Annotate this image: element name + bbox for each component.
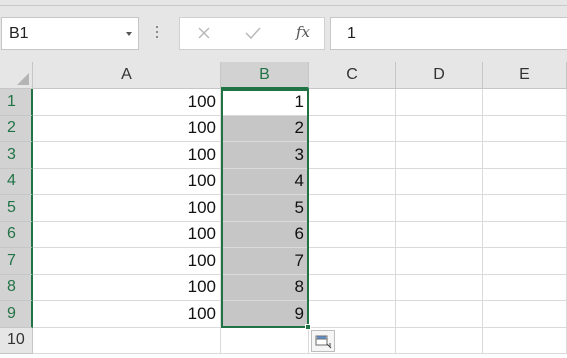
cell-a3[interactable]: 100 bbox=[33, 142, 221, 169]
column-header-b[interactable]: B bbox=[221, 62, 309, 89]
cell-a1[interactable]: 100 bbox=[33, 89, 221, 116]
row-header-1[interactable]: 1 bbox=[0, 89, 33, 116]
cell-a4[interactable]: 100 bbox=[33, 168, 221, 195]
cell-b9[interactable]: 9 bbox=[221, 301, 309, 328]
cell-a6[interactable]: 100 bbox=[33, 221, 221, 248]
cell-e5[interactable] bbox=[483, 195, 567, 222]
cell-a9[interactable]: 100 bbox=[33, 301, 221, 328]
cell-e1[interactable] bbox=[483, 89, 567, 116]
cell-d7[interactable] bbox=[396, 248, 483, 275]
cell-e9[interactable] bbox=[483, 301, 567, 328]
cell-a5[interactable]: 100 bbox=[33, 195, 221, 222]
column-header-a[interactable]: A bbox=[33, 62, 221, 89]
cell-b7[interactable]: 7 bbox=[221, 248, 309, 275]
cell-e3[interactable] bbox=[483, 142, 567, 169]
row-header-2[interactable]: 2 bbox=[0, 115, 33, 142]
cell-e4[interactable] bbox=[483, 168, 567, 195]
cell-d10[interactable] bbox=[396, 327, 483, 354]
cell-a2[interactable]: 100 bbox=[33, 115, 221, 142]
formula-input[interactable]: 1 bbox=[330, 17, 567, 50]
cell-a10[interactable] bbox=[33, 327, 221, 354]
row-header-5[interactable]: 5 bbox=[0, 195, 33, 222]
x-icon[interactable] bbox=[197, 26, 211, 40]
cell-d8[interactable] bbox=[396, 274, 483, 301]
cell-d3[interactable] bbox=[396, 142, 483, 169]
cell-a8[interactable]: 100 bbox=[33, 274, 221, 301]
cell-b2[interactable]: 2 bbox=[221, 115, 309, 142]
row-header-10[interactable]: 10 bbox=[0, 327, 33, 354]
insert-function-button[interactable]: fx bbox=[296, 23, 310, 41]
drag-handle-icon[interactable] bbox=[156, 26, 159, 42]
row-header-9[interactable]: 9 bbox=[0, 301, 33, 328]
cell-e8[interactable] bbox=[483, 274, 567, 301]
quick-analysis-button[interactable] bbox=[311, 330, 335, 352]
cell-d4[interactable] bbox=[396, 168, 483, 195]
row-header-7[interactable]: 7 bbox=[0, 248, 33, 275]
cell-c4[interactable] bbox=[309, 168, 396, 195]
cell-c3[interactable] bbox=[309, 142, 396, 169]
name-box[interactable]: B1 bbox=[1, 17, 139, 50]
cell-b3[interactable]: 3 bbox=[221, 142, 309, 169]
cell-b6[interactable]: 6 bbox=[221, 221, 309, 248]
cell-c5[interactable] bbox=[309, 195, 396, 222]
cell-c8[interactable] bbox=[309, 274, 396, 301]
formula-bar-area: B1 fx 1 bbox=[0, 0, 567, 62]
cell-e6[interactable] bbox=[483, 221, 567, 248]
cell-c9[interactable] bbox=[309, 301, 396, 328]
quick-analysis-icon bbox=[315, 335, 332, 349]
name-box-value: B1 bbox=[9, 25, 29, 42]
cell-e2[interactable] bbox=[483, 115, 567, 142]
row-header-3[interactable]: 3 bbox=[0, 142, 33, 169]
cell-d6[interactable] bbox=[396, 221, 483, 248]
formula-value: 1 bbox=[347, 25, 356, 42]
select-all-triangle-icon bbox=[17, 73, 29, 85]
cell-b5[interactable]: 5 bbox=[221, 195, 309, 222]
cell-b4[interactable]: 4 bbox=[221, 168, 309, 195]
column-header-d[interactable]: D bbox=[396, 62, 483, 89]
cell-b8[interactable]: 8 bbox=[221, 274, 309, 301]
cell-c2[interactable] bbox=[309, 115, 396, 142]
cell-b1[interactable]: 1 bbox=[221, 89, 309, 116]
select-all-button[interactable] bbox=[0, 62, 33, 89]
ribbon-divider bbox=[0, 5, 567, 6]
spreadsheet-window: B1 fx 1 A B C D E 1 100 1 2 100 2 3 100 3 4 100 4 5 100 5 6 1… bbox=[0, 0, 567, 358]
cell-b10[interactable] bbox=[221, 327, 309, 354]
cell-c6[interactable] bbox=[309, 221, 396, 248]
check-icon[interactable] bbox=[244, 26, 262, 40]
sheet-grid: A B C D E 1 100 1 2 100 2 3 100 3 4 100 4 5 100 5 6 100 6 7 100 7… bbox=[0, 62, 567, 358]
cell-d2[interactable] bbox=[396, 115, 483, 142]
cell-d9[interactable] bbox=[396, 301, 483, 328]
cell-d1[interactable] bbox=[396, 89, 483, 116]
row-header-6[interactable]: 6 bbox=[0, 221, 33, 248]
cell-c1[interactable] bbox=[309, 89, 396, 116]
row-header-8[interactable]: 8 bbox=[0, 274, 33, 301]
cell-d5[interactable] bbox=[396, 195, 483, 222]
column-header-c[interactable]: C bbox=[309, 62, 396, 89]
cell-a7[interactable]: 100 bbox=[33, 248, 221, 275]
formula-buttons: fx bbox=[179, 17, 325, 50]
cell-e7[interactable] bbox=[483, 248, 567, 275]
cell-e10[interactable] bbox=[483, 327, 567, 354]
chevron-down-icon[interactable] bbox=[126, 32, 132, 36]
cell-c7[interactable] bbox=[309, 248, 396, 275]
row-header-4[interactable]: 4 bbox=[0, 168, 33, 195]
column-header-e[interactable]: E bbox=[483, 62, 567, 89]
